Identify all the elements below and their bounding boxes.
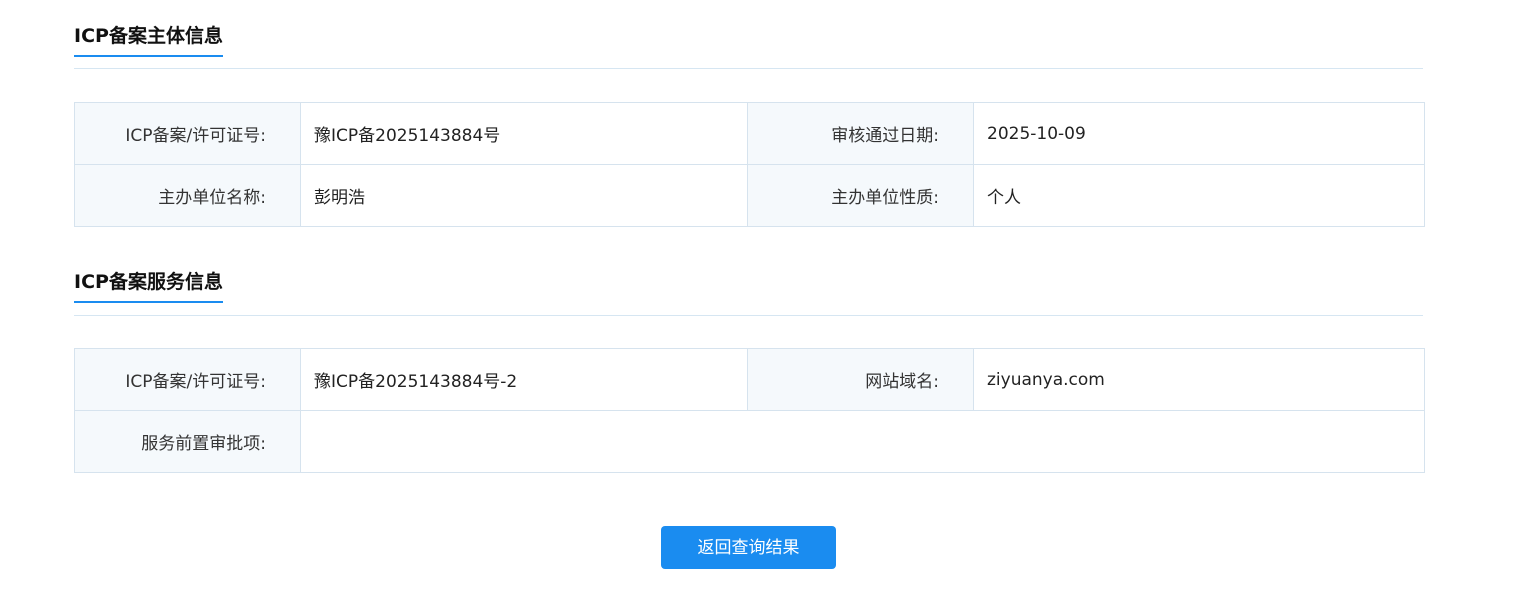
entity-section-title: ICP备案主体信息 (74, 24, 223, 57)
organizer-name-label: 主办单位名称: (74, 164, 301, 227)
table-row: 主办单位名称: 彭明浩 主办单位性质: 个人 (74, 164, 1425, 227)
organizer-type-value: 个人 (973, 164, 1425, 227)
approval-date-label: 审核通过日期: (747, 102, 974, 165)
table-row: ICP备案/许可证号: 豫ICP备2025143884号-2 网站域名: ziy… (74, 348, 1425, 411)
service-section-header: ICP备案服务信息 (74, 270, 1423, 316)
service-license-label: ICP备案/许可证号: (74, 348, 301, 411)
license-number-value: 豫ICP备2025143884号 (300, 102, 748, 165)
service-info-table: ICP备案/许可证号: 豫ICP备2025143884号-2 网站域名: ziy… (74, 348, 1425, 473)
back-to-results-button[interactable]: 返回查询结果 (661, 526, 836, 569)
entity-info-table: ICP备案/许可证号: 豫ICP备2025143884号 审核通过日期: 202… (74, 102, 1425, 227)
organizer-name-value: 彭明浩 (300, 164, 748, 227)
approval-date-value: 2025-10-09 (973, 102, 1425, 165)
organizer-type-label: 主办单位性质: (747, 164, 974, 227)
service-license-value: 豫ICP备2025143884号-2 (300, 348, 748, 411)
license-number-label: ICP备案/许可证号: (74, 102, 301, 165)
table-row: ICP备案/许可证号: 豫ICP备2025143884号 审核通过日期: 202… (74, 102, 1425, 165)
pre-approval-value (300, 410, 1425, 473)
entity-section-header: ICP备案主体信息 (74, 24, 1423, 69)
service-section-title: ICP备案服务信息 (74, 270, 223, 303)
table-row: 服务前置审批项: (74, 410, 1425, 473)
domain-label: 网站域名: (747, 348, 974, 411)
pre-approval-label: 服务前置审批项: (74, 410, 301, 473)
icp-detail-page: ICP备案主体信息 ICP备案/许可证号: 豫ICP备2025143884号 审… (0, 0, 1525, 609)
domain-value: ziyuanya.com (973, 348, 1425, 411)
